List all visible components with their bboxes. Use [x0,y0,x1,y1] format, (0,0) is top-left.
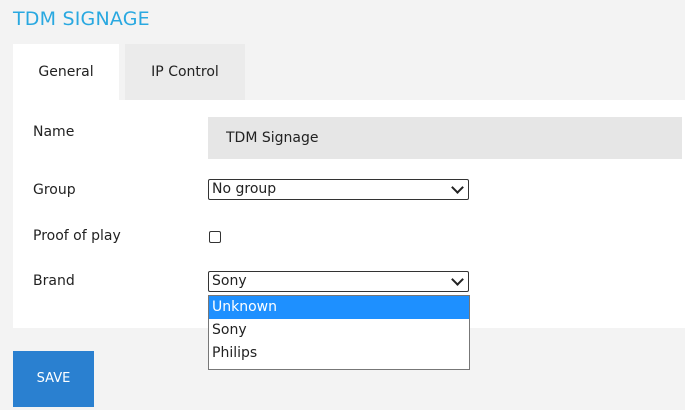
group-label: Group [33,182,76,198]
brand-option-sony[interactable]: Sony [209,319,469,342]
brand-label: Brand [33,273,75,289]
brand-dropdown-list: Unknown Sony Philips [208,295,470,370]
name-field[interactable] [208,117,682,159]
brand-option-unknown[interactable]: Unknown [209,296,469,319]
proof-of-play-label: Proof of play [33,228,121,244]
group-select-value: No group [212,181,277,197]
chevron-down-icon [451,273,464,286]
chevron-down-icon [451,181,464,194]
page-title: TDM SIGNAGE [13,8,150,30]
group-select[interactable]: No group [208,179,469,200]
brand-select[interactable]: Sony [208,271,469,292]
tab-general[interactable]: General [13,44,119,100]
general-panel: Name Group No group Proof of play Brand … [13,100,685,328]
tab-ip-control[interactable]: IP Control [125,44,245,100]
name-label: Name [33,124,75,140]
save-button[interactable]: SAVE [13,351,94,407]
proof-of-play-checkbox[interactable] [209,231,221,243]
brand-option-philips[interactable]: Philips [209,342,469,365]
brand-select-value: Sony [212,273,247,289]
